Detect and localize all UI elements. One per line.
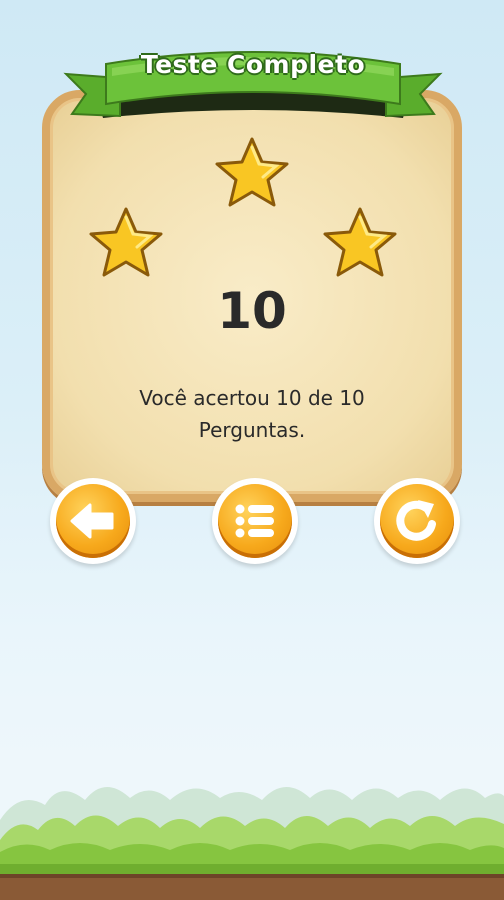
list-button[interactable] <box>212 478 298 564</box>
list-icon <box>235 504 274 538</box>
score-value: 10 <box>217 282 287 340</box>
arrow-left-icon <box>70 503 114 539</box>
result-message: Você acertou 10 de 10 Perguntas. <box>90 382 414 446</box>
star-icon <box>323 207 397 277</box>
title-ribbon: Teste Completo <box>58 38 448 143</box>
back-button[interactable] <box>50 478 136 564</box>
result-message-line2: Perguntas. <box>198 418 306 442</box>
grass-ground <box>0 786 504 900</box>
result-message-line1: Você acertou 10 de 10 <box>139 386 365 410</box>
star-icon <box>89 207 163 277</box>
restart-icon <box>396 500 436 541</box>
restart-button[interactable] <box>374 478 460 564</box>
dialog-title: Teste Completo <box>140 50 366 79</box>
star-icon <box>215 137 289 207</box>
